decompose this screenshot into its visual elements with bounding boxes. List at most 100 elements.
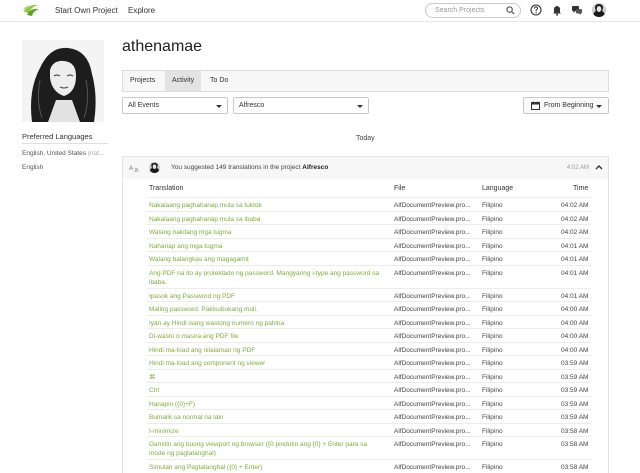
time-cell: 04:02 AM [561, 202, 589, 209]
translation-link[interactable]: Di-wasto o masira ang PDF file [149, 332, 385, 341]
table-row: I-minimize AlfDocumentPreview.pro... Filip… [147, 422, 591, 437]
translation-link[interactable]: ⌘ [149, 373, 385, 382]
column-header-time: Time [573, 185, 589, 192]
help-icon[interactable] [530, 4, 542, 16]
translation-link[interactable]: Gamitin ang buong viewport ng browser ({… [149, 440, 385, 458]
table-row: Simulan ang Pagtatanghal ({0} + Enter) Al… [147, 459, 591, 473]
translation-link[interactable]: Hindi ma-load ang component ng viewer [149, 359, 385, 368]
translation-link[interactable]: Ang PDF na ito ay protektado ng password… [149, 269, 385, 287]
time-cell: 03:58 AM [561, 464, 589, 471]
language-cell: Filipino [482, 387, 503, 394]
table-row: Walang nakitang mga tugma AlfDocumentPrev… [147, 224, 591, 238]
language-cell: Filipino [482, 229, 503, 236]
file-cell: AlfDocumentPreview.pro... [394, 373, 471, 381]
time-cell: 04:01 AM [561, 269, 589, 277]
crowdin-logo-icon[interactable] [22, 3, 40, 17]
date-range-button[interactable]: From Beginning [523, 97, 609, 114]
time-cell: 04:00 AM [561, 306, 589, 313]
events-filter-dropdown[interactable]: All Events [122, 97, 228, 114]
event-description: You suggested 149 translations in the pr… [171, 164, 328, 171]
time-cell: 03:58 AM [561, 441, 589, 448]
time-cell: 03:59 AM [561, 414, 589, 421]
preferred-language-item: English, United States (nat... [22, 150, 104, 157]
translation-link[interactable]: Nakalaang paghahanap mula sa tuktok [149, 201, 385, 210]
bell-icon[interactable] [551, 4, 563, 16]
translation-link[interactable]: Nahanap ang mga tugma [149, 242, 385, 251]
user-avatar-menu[interactable] [592, 3, 606, 17]
translation-link[interactable]: Iyan ay Hindi isang wastong numero ng pa… [149, 319, 385, 328]
avatar [149, 162, 160, 173]
day-separator: Today [356, 135, 375, 142]
tab-activity[interactable]: Activity [165, 71, 202, 91]
chevron-down-icon [357, 105, 363, 108]
column-header-language: Language [482, 185, 514, 192]
language-cell: Filipino [482, 346, 503, 354]
column-header-translation: Translation [149, 185, 184, 192]
translation-link[interactable]: I-minimize [149, 427, 385, 436]
language-cell: Filipino [482, 333, 503, 340]
file-cell: AlfDocumentPreview.pro... [394, 400, 471, 408]
search-icon[interactable] [506, 6, 515, 15]
language-cell: Filipino [482, 360, 503, 367]
project-filter-dropdown[interactable]: Alfresco [233, 97, 369, 114]
translation-link[interactable]: Bumalik sa normal na laki [149, 413, 385, 422]
start-own-project-link[interactable]: Start Own Project [55, 6, 118, 15]
translation-link[interactable]: Hanapin ({0}+F) [149, 400, 385, 409]
time-cell: 04:02 AM [561, 229, 589, 236]
language-cell: Filipino [482, 319, 503, 327]
time-cell: 03:59 AM [561, 387, 589, 394]
translation-link[interactable]: Walang nakitang mga tugma [149, 228, 385, 237]
date-range-value: From Beginning [544, 102, 594, 109]
search-projects-input[interactable]: Search Projects [425, 3, 521, 18]
file-cell: AlfDocumentPreview.pro... [394, 387, 471, 394]
language-cell: Filipino [482, 464, 503, 471]
time-cell: 03:59 AM [561, 373, 589, 381]
event-project-link[interactable]: Alfresco [302, 164, 328, 171]
language-cell: Filipino [482, 414, 503, 421]
table-row: Maling password. Pakisubukang muli. AlfDo… [147, 301, 591, 315]
chevron-down-icon [216, 105, 222, 108]
table-row: Bumalik sa normal na laki AlfDocumentPrev… [147, 409, 591, 423]
search-placeholder: Search Projects [435, 7, 485, 14]
translation-link[interactable]: Hindi ma-load ang nilalaman ng PDF [149, 346, 385, 355]
translation-link[interactable]: Ctrl [149, 386, 385, 395]
file-cell: AlfDocumentPreview.pro... [394, 269, 471, 277]
time-cell: 04:00 AM [561, 319, 589, 327]
table-row: Di-wasto o masira ang PDF file AlfDocumen… [147, 328, 591, 342]
table-row: Hindi ma-load ang nilalaman ng PDF AlfDoc… [147, 341, 591, 356]
messages-icon[interactable] [571, 4, 583, 16]
translation-link[interactable]: Walang balangkas ang magagamit [149, 255, 385, 264]
file-cell: AlfDocumentPreview.pro... [394, 319, 471, 327]
time-cell: 03:58 AM [561, 427, 589, 435]
translation-link[interactable]: Simulan ang Pagtatanghal ({0} + Enter) [149, 463, 385, 472]
table-row: Ipasok ang Password ng PDF AlfDocumentPre… [147, 287, 591, 302]
username-heading: athenamae [122, 38, 203, 55]
table-row: Nakalaang paghahanap mula sa ibaba AlfDoc… [147, 210, 591, 225]
preferred-languages-title: Preferred Languages [22, 132, 93, 141]
translation-link[interactable]: Maling password. Pakisubukang muli. [149, 305, 385, 314]
language-cell: Filipino [482, 256, 503, 263]
chevron-up-icon[interactable] [595, 164, 603, 170]
language-name: English [22, 164, 44, 171]
file-cell: AlfDocumentPreview.pro... [394, 427, 471, 435]
explore-link[interactable]: Explore [128, 6, 155, 15]
table-row: Nakalaang paghahanap mula sa tuktok AlfDo… [147, 197, 591, 211]
top-navbar: Start Own Project Explore Search Project… [0, 0, 640, 22]
project-filter-value: Alfresco [239, 102, 265, 109]
translation-link[interactable]: Nakalaang paghahanap mula sa ibaba [149, 215, 385, 224]
tab-to-do[interactable]: To Do [203, 71, 235, 91]
file-cell: AlfDocumentPreview.pro... [394, 333, 471, 340]
language-note: (nat... [87, 150, 105, 157]
time-cell: 03:59 AM [561, 400, 589, 408]
language-cell: Filipino [482, 427, 503, 435]
activity-event-card: A あ You suggested 149 translations in th… [122, 156, 609, 473]
table-row: Gamitin ang buong viewport ng browser ({… [147, 436, 591, 459]
event-text: You suggested 149 translations in the pr… [171, 164, 303, 171]
time-cell: 04:01 AM [561, 292, 589, 300]
profile-tabs: Projects Activity To Do [122, 70, 609, 92]
chevron-down-icon [596, 105, 602, 108]
translation-link[interactable]: Ipasok ang Password ng PDF [149, 292, 385, 301]
table-row: Walang balangkas ang magagamit AlfDocumen… [147, 251, 591, 265]
tab-projects[interactable]: Projects [123, 71, 162, 91]
file-cell: AlfDocumentPreview.pro... [394, 215, 471, 223]
